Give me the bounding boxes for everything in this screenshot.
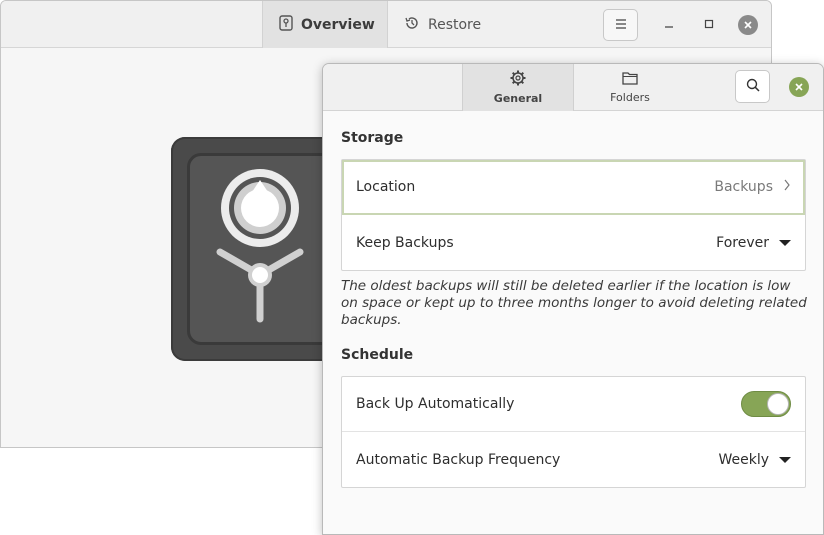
history-icon xyxy=(404,15,420,35)
tab-overview-label: Overview xyxy=(301,16,375,33)
search-icon xyxy=(746,78,760,96)
storage-list: Location Backups Keep Backups Forever xyxy=(341,159,806,271)
tab-general-label: General xyxy=(493,92,543,105)
maximize-button[interactable] xyxy=(698,14,720,36)
keep-backups-dropdown[interactable]: Forever xyxy=(716,235,791,251)
tab-folders-label: Folders xyxy=(610,91,650,104)
preferences-dialog: General Folders Storage Location Backups xyxy=(322,63,824,535)
folder-icon xyxy=(622,71,638,88)
close-icon xyxy=(738,15,758,35)
dropdown-arrow-icon xyxy=(779,235,791,251)
chevron-right-icon xyxy=(783,178,791,196)
storage-note: The oldest backups will still be deleted… xyxy=(341,278,807,328)
minimize-icon xyxy=(664,17,674,33)
tab-restore[interactable]: Restore xyxy=(388,1,497,48)
schedule-section-title: Schedule xyxy=(341,347,414,363)
frequency-row[interactable]: Automatic Backup Frequency Weekly xyxy=(342,432,805,487)
keep-backups-value: Forever xyxy=(716,234,769,251)
location-label: Location xyxy=(356,179,416,195)
minimize-button[interactable] xyxy=(658,14,680,36)
auto-backup-row[interactable]: Back Up Automatically xyxy=(342,377,805,432)
tab-folders[interactable]: Folders xyxy=(574,64,686,111)
location-value: Backups xyxy=(714,179,773,195)
close-icon xyxy=(794,82,804,92)
main-headerbar: Overview Restore xyxy=(1,1,771,48)
frequency-label: Automatic Backup Frequency xyxy=(356,451,561,468)
gear-icon xyxy=(510,70,526,89)
dialog-close-button[interactable] xyxy=(789,77,809,97)
main-close-button[interactable] xyxy=(737,14,759,36)
auto-backup-toggle[interactable] xyxy=(741,391,791,417)
dialog-headerbar: General Folders xyxy=(323,64,823,111)
dropdown-arrow-icon xyxy=(779,452,791,468)
tab-general[interactable]: General xyxy=(462,64,574,111)
keep-backups-label: Keep Backups xyxy=(356,234,454,251)
location-row[interactable]: Location Backups xyxy=(342,160,805,215)
keep-backups-row[interactable]: Keep Backups Forever xyxy=(342,215,805,270)
tab-overview[interactable]: Overview xyxy=(262,1,388,48)
frequency-dropdown[interactable]: Weekly xyxy=(718,452,791,468)
auto-backup-label: Back Up Automatically xyxy=(356,396,515,412)
tab-restore-label: Restore xyxy=(428,16,482,33)
safe-icon xyxy=(279,14,293,35)
storage-section-title: Storage xyxy=(341,130,404,146)
location-value-group: Backups xyxy=(714,178,791,196)
maximize-icon xyxy=(704,17,714,33)
frequency-value: Weekly xyxy=(718,451,769,468)
toggle-knob xyxy=(767,393,789,415)
schedule-list: Back Up Automatically Automatic Backup F… xyxy=(341,376,806,488)
main-menu-button[interactable] xyxy=(603,9,638,41)
hamburger-icon xyxy=(615,17,627,33)
search-button[interactable] xyxy=(735,70,770,103)
